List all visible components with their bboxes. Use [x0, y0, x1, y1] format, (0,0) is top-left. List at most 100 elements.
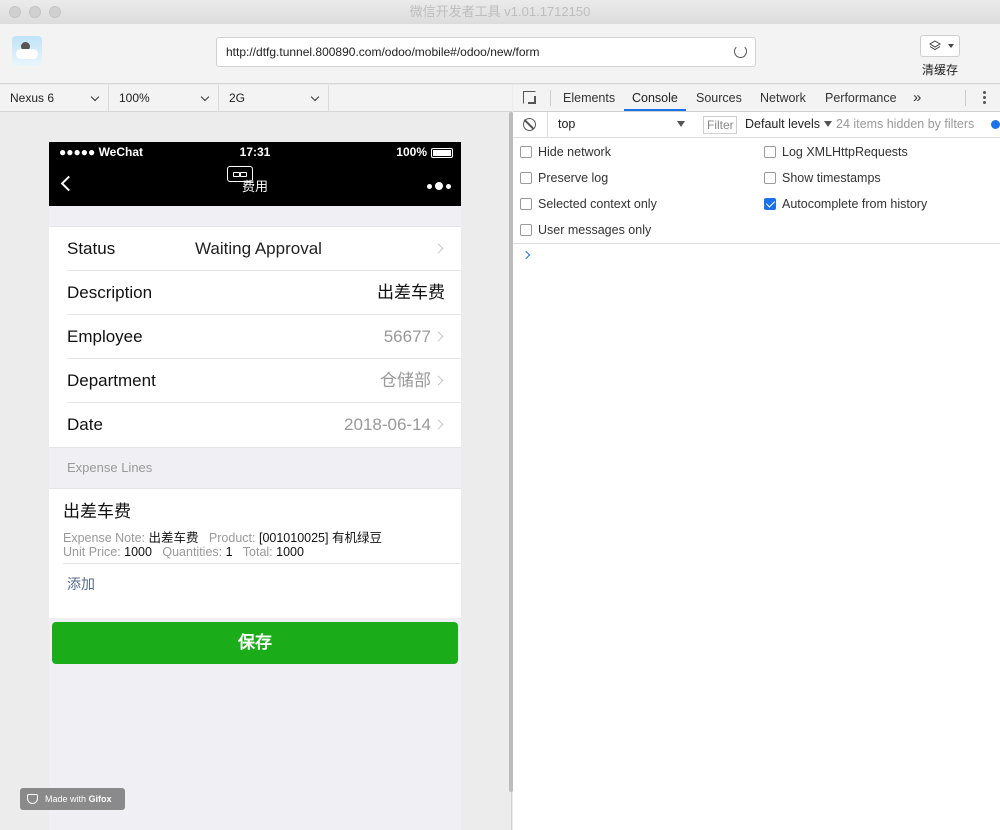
chevron-down-icon	[310, 92, 320, 102]
expense-lines-title: Expense Lines	[67, 460, 153, 475]
tab-performance[interactable]: Performance	[825, 85, 897, 111]
window-controls	[9, 6, 61, 18]
layers-icon	[929, 40, 941, 51]
field-label: Employee	[67, 327, 143, 346]
caret-down-icon	[677, 121, 685, 127]
context-select[interactable]: top	[547, 112, 689, 137]
chevron-right-icon	[433, 331, 444, 342]
kebab-menu-icon[interactable]	[983, 91, 986, 104]
network-select[interactable]: 2G	[219, 85, 329, 111]
quantities-value: 1	[225, 545, 233, 559]
url-input[interactable]: http://dtfg.tunnel.800890.com/odoo/mobil…	[216, 37, 756, 67]
more-tabs-button[interactable]: »	[913, 85, 921, 111]
checkbox-checked[interactable]	[764, 198, 776, 210]
product-value: [001010025] 有机绿豆	[258, 531, 382, 545]
option-label: User messages only	[538, 223, 652, 237]
devtools-panel: Elements Console Sources Network Perform…	[513, 85, 1000, 830]
battery-icon	[431, 148, 453, 158]
product-label: Product:	[208, 531, 256, 545]
main-toolbar: http://dtfg.tunnel.800890.com/odoo/mobil…	[0, 24, 1000, 84]
employee-field[interactable]: Employee 56677	[67, 315, 461, 359]
reload-icon[interactable]	[734, 45, 747, 58]
battery-percent: 100%	[396, 145, 427, 159]
network-select-value: 2G	[229, 91, 246, 105]
avatar[interactable]	[12, 36, 42, 66]
status-field[interactable]: Status Waiting Approval	[67, 227, 461, 271]
device-select-value: Nexus 6	[10, 91, 55, 105]
zoom-select-value: 100%	[119, 91, 150, 105]
window-title: 微信开发者工具 v1.01.1712150	[409, 4, 591, 19]
field-value: 56677	[383, 327, 431, 346]
option-label: Log XMLHttpRequests	[782, 145, 908, 159]
divider	[965, 90, 966, 106]
department-field[interactable]: Department 仓储部	[67, 359, 461, 403]
checkbox[interactable]	[520, 224, 532, 236]
field-value: 2018-06-14	[344, 415, 431, 434]
option-preserve-log[interactable]: Preserve log	[520, 170, 608, 186]
inspect-element-icon[interactable]	[523, 91, 536, 104]
form-fields: Status Waiting Approval Description 出差车费…	[49, 226, 461, 448]
field-label: Status	[67, 239, 116, 258]
option-autocomplete[interactable]: Autocomplete from history	[764, 196, 927, 212]
field-value: Waiting Approval	[195, 239, 322, 258]
chevron-right-icon	[433, 419, 444, 430]
option-label: Autocomplete from history	[782, 197, 928, 211]
option-log-xhr[interactable]: Log XMLHttpRequests	[764, 144, 908, 160]
date-field[interactable]: Date 2018-06-14	[67, 403, 461, 447]
field-label: Description	[67, 283, 153, 302]
checkbox[interactable]	[520, 146, 532, 158]
checkbox[interactable]	[764, 146, 776, 158]
zoom-window-button[interactable]	[49, 6, 61, 18]
more-options-icon[interactable]	[427, 182, 451, 190]
total-value: 1000	[276, 545, 304, 559]
checkbox[interactable]	[764, 172, 776, 184]
checkbox[interactable]	[520, 198, 532, 210]
context-value: top	[558, 117, 576, 131]
gear-icon[interactable]	[991, 120, 1000, 129]
note-label: Expense Note:	[63, 531, 145, 545]
clear-cache-button[interactable]	[920, 35, 960, 57]
option-selected-context[interactable]: Selected context only	[520, 196, 657, 212]
filter-input[interactable]: Filter	[703, 116, 737, 134]
quantities-label: Quantities:	[162, 545, 223, 559]
phone-nav-bar: 费用	[49, 162, 461, 206]
checkbox[interactable]	[520, 172, 532, 184]
device-select[interactable]: Nexus 6	[0, 85, 109, 111]
save-button[interactable]: 保存	[52, 622, 458, 664]
description-field[interactable]: Description 出差车费	[67, 271, 461, 315]
tab-sources[interactable]: Sources	[696, 85, 742, 111]
expense-line-detail: Expense Note: 出差车费 Product: [001010025] …	[63, 531, 382, 559]
clear-cache-label: 清缓存	[921, 63, 958, 77]
option-show-timestamps[interactable]: Show timestamps	[764, 170, 881, 186]
chevron-down-icon	[200, 92, 210, 102]
clear-console-icon[interactable]	[523, 118, 536, 131]
unit-price-label: Unit Price:	[63, 545, 121, 559]
console-filterbar: top Filter Default levels 24 items hidde…	[513, 112, 1000, 138]
caret-down-icon	[824, 121, 833, 127]
gifox-watermark: Made with Gifox	[20, 788, 125, 810]
note-value: 出差车费	[148, 531, 199, 545]
devtools-tabbar: Elements Console Sources Network Perform…	[513, 85, 1000, 112]
tab-console[interactable]: Console	[624, 85, 686, 111]
chevron-right-icon	[433, 375, 444, 386]
close-window-button[interactable]	[9, 6, 21, 18]
zoom-select[interactable]: 100%	[109, 85, 219, 111]
tab-elements[interactable]: Elements	[563, 85, 615, 111]
field-label: Date	[67, 415, 103, 434]
expense-line-title[interactable]: 出差车费	[63, 497, 131, 522]
add-line-link[interactable]: 添加	[67, 574, 95, 594]
watermark-brand: Gifox	[88, 794, 112, 804]
watermark-prefix: Made with	[45, 794, 87, 804]
log-levels-select[interactable]: Default levels	[745, 112, 833, 137]
tab-network[interactable]: Network	[760, 85, 806, 111]
field-value: 出差车费	[377, 283, 445, 302]
option-user-messages[interactable]: User messages only	[520, 222, 651, 238]
avatar-cloud	[16, 49, 38, 59]
url-text: http://dtfg.tunnel.800890.com/odoo/mobil…	[226, 45, 540, 59]
option-label: Selected context only	[538, 197, 657, 211]
device-bar: Nexus 6 100% 2G	[0, 85, 512, 112]
minimize-window-button[interactable]	[29, 6, 41, 18]
expense-lines: 出差车费 Expense Note: 出差车费 Product: [001010…	[49, 488, 461, 618]
console-prompt-icon[interactable]	[521, 250, 531, 260]
option-hide-network[interactable]: Hide network	[520, 144, 611, 160]
